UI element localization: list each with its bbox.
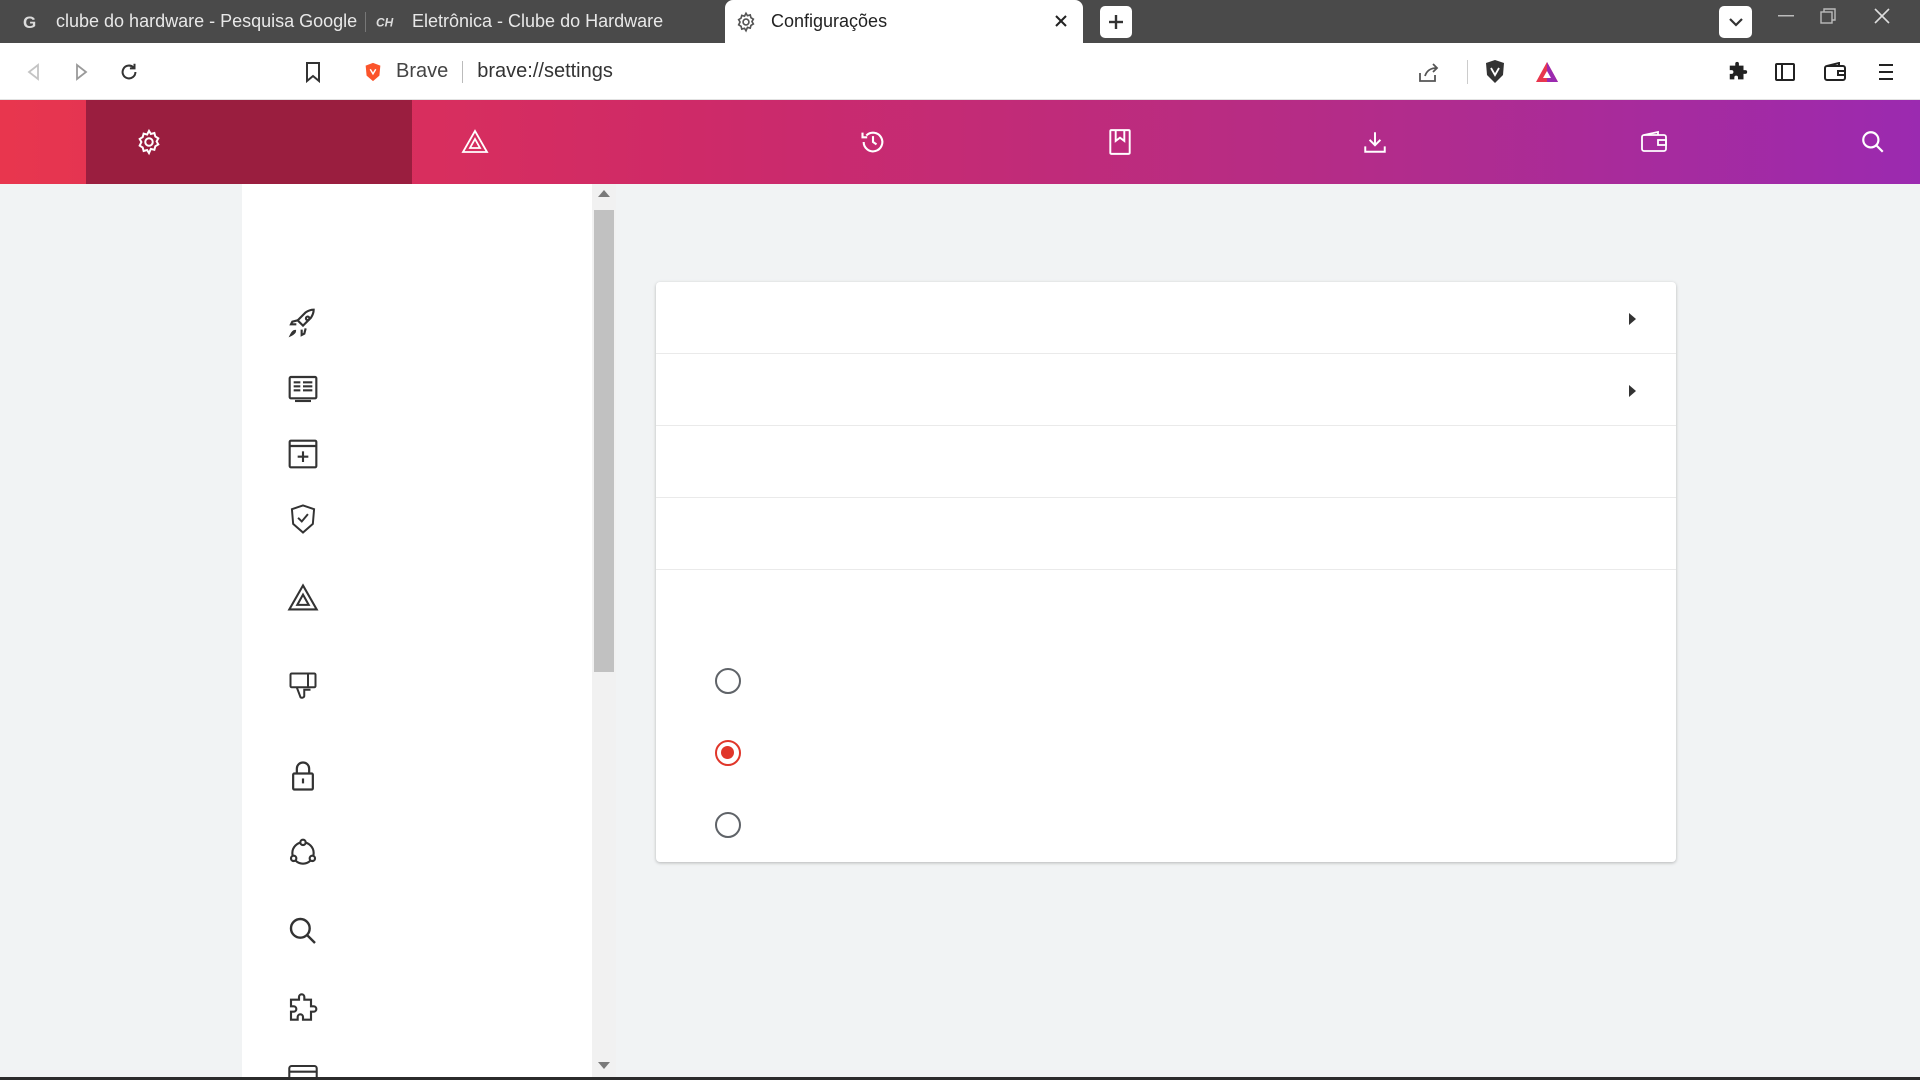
gear-icon: [735, 11, 757, 33]
brave-rewards-icon[interactable]: [1532, 57, 1562, 87]
tab-clube-do-hardware[interactable]: CH Eletrônica - Clube do Hardware: [376, 0, 722, 43]
sidebar-toggle-icon[interactable]: [1769, 56, 1801, 88]
sync-icon[interactable]: [286, 836, 320, 870]
settings-card: [656, 282, 1676, 862]
bookmarks-icon[interactable]: [1105, 127, 1135, 157]
share-icon[interactable]: [1414, 58, 1444, 88]
settings-top-nav: [0, 100, 1920, 184]
radio-option-2-selected[interactable]: [715, 740, 741, 766]
tab-title: Eletrônica - Clube do Hardware: [412, 11, 664, 31]
appearance-icon[interactable]: [286, 372, 320, 406]
expand-arrow-icon[interactable]: [1629, 385, 1636, 397]
settings-row[interactable]: [656, 498, 1676, 570]
minimize-button[interactable]: [1766, 0, 1806, 32]
new-tab-button[interactable]: [1100, 6, 1132, 38]
forward-button[interactable]: [65, 56, 97, 88]
browser-toolbar: Brave brave://settings: [0, 43, 1920, 100]
wallet-icon[interactable]: [1819, 56, 1851, 88]
extensions-icon[interactable]: [286, 992, 320, 1026]
wallet-icon[interactable]: [1639, 127, 1669, 157]
rocket-icon[interactable]: [286, 306, 320, 340]
restore-button[interactable]: [1808, 0, 1848, 32]
clube-do-hardware-icon: CH: [376, 11, 398, 33]
scroll-down-arrow-icon[interactable]: [598, 1062, 610, 1069]
back-button[interactable]: [18, 56, 50, 88]
side-menu-scrollbar-thumb[interactable]: [594, 210, 614, 672]
menu-icon[interactable]: [1870, 56, 1902, 88]
close-icon[interactable]: [1049, 9, 1073, 33]
new-tab-icon[interactable]: [286, 437, 320, 471]
bookmark-page-button[interactable]: [297, 56, 329, 88]
radio-option-3[interactable]: [715, 812, 741, 838]
tab-title: Configurações: [771, 11, 888, 31]
svg-text:G: G: [23, 13, 36, 32]
search-icon[interactable]: [1858, 127, 1888, 157]
shield-icon[interactable]: [286, 502, 320, 536]
brave-rewards-icon[interactable]: [286, 581, 320, 615]
tab-strip: G clube do hardware - Pesquisa Google CH…: [0, 0, 1920, 43]
search-icon[interactable]: [286, 914, 320, 948]
omnibox-divider: [462, 60, 464, 83]
tab-divider: [365, 12, 366, 32]
omnibox-url[interactable]: brave://settings: [477, 60, 613, 83]
omnibox-separator: [1467, 60, 1468, 84]
omnibox-brand-label: Brave: [396, 60, 449, 82]
settings-side-menu: [242, 184, 592, 1080]
reload-button[interactable]: [113, 56, 145, 88]
radio-option-1[interactable]: [715, 668, 741, 694]
downloads-icon[interactable]: [1360, 127, 1390, 157]
expand-arrow-icon[interactable]: [1629, 313, 1636, 325]
history-icon[interactable]: [858, 127, 888, 157]
scroll-up-arrow-icon[interactable]: [598, 190, 610, 197]
extensions-icon[interactable]: [1722, 56, 1754, 88]
lock-icon[interactable]: [286, 759, 320, 793]
settings-row-expandable[interactable]: [656, 282, 1676, 354]
gear-icon[interactable]: [134, 127, 164, 157]
brave-rewards-icon[interactable]: [460, 127, 490, 157]
brave-logo-icon: [362, 61, 384, 83]
google-icon: G: [20, 11, 42, 33]
close-window-button[interactable]: [1862, 0, 1902, 32]
tab-search-button[interactable]: [1719, 6, 1752, 38]
tab-configuracoes[interactable]: Configurações: [725, 0, 1083, 43]
tab-google-search[interactable]: G clube do hardware - Pesquisa Google: [20, 0, 360, 43]
tab-title: clube do hardware - Pesquisa Google: [56, 11, 358, 31]
thumbs-down-icon[interactable]: [286, 669, 320, 703]
svg-text:CH: CH: [376, 15, 394, 29]
brave-shields-icon[interactable]: [1480, 57, 1510, 87]
settings-row-expandable[interactable]: [656, 354, 1676, 426]
address-bar[interactable]: Brave brave://settings: [350, 50, 1572, 93]
settings-row[interactable]: [656, 426, 1676, 498]
